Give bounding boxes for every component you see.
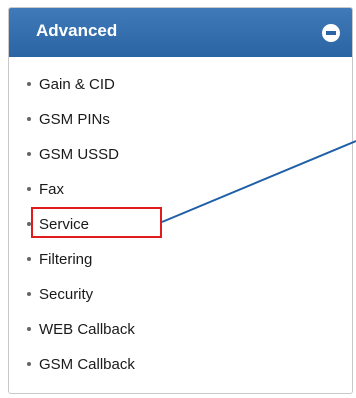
callout-line-stroke — [161, 140, 356, 223]
callout-line — [161, 140, 356, 223]
